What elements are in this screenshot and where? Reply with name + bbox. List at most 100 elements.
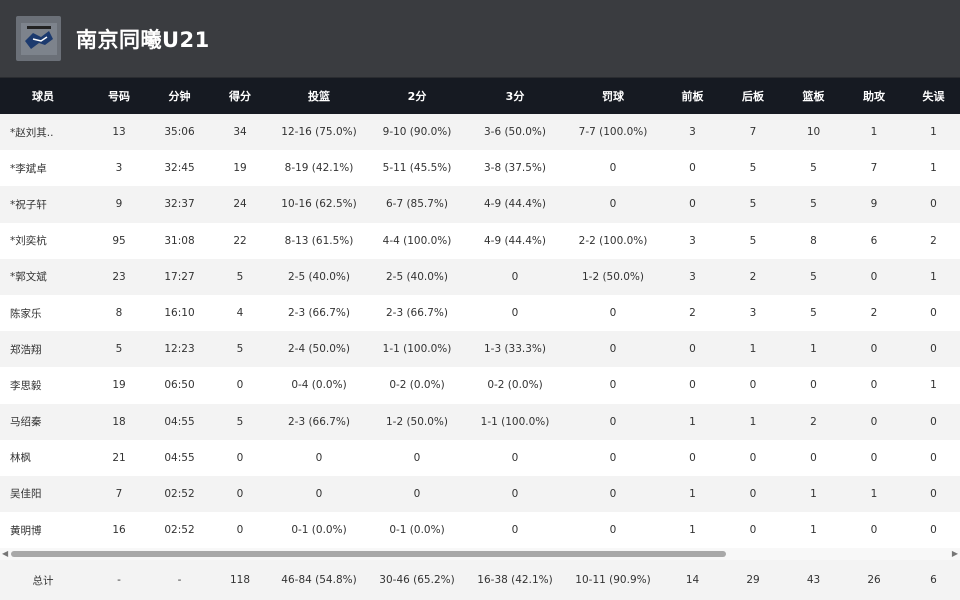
stat-cell: 0 xyxy=(870,451,878,464)
player-name[interactable]: 黄明博 xyxy=(0,512,86,548)
stat-cell: 4-9 (44.4%) xyxy=(483,234,547,247)
stat-cell: 32:45 xyxy=(164,162,195,175)
player-name[interactable]: 陈家乐 xyxy=(0,295,86,331)
stat-cell: 0 xyxy=(511,307,519,320)
player-name[interactable]: 林枫 xyxy=(0,440,86,476)
stat-cell: 1 xyxy=(689,415,696,428)
stat-cell: 06:50 xyxy=(164,379,195,392)
player-name[interactable]: *祝子轩 xyxy=(0,186,86,222)
stat-cell: 1 xyxy=(930,126,937,139)
scrollbar-thumb[interactable] xyxy=(11,551,726,558)
player-name[interactable]: *郭文斌 xyxy=(0,259,86,295)
player-name[interactable]: 郑浩翔 xyxy=(0,331,86,367)
stat-cell: 5 xyxy=(236,415,244,428)
stat-cell: 7 xyxy=(870,162,878,175)
column-header[interactable]: 分钟 xyxy=(152,78,207,114)
column-header[interactable]: 失误 xyxy=(907,78,960,114)
player-name[interactable]: 吴佳阳 xyxy=(0,476,86,512)
column-header[interactable]: 得分 xyxy=(207,78,273,114)
stat-cell: 1 xyxy=(810,524,817,537)
totals-cell: 16-38 (42.1%) xyxy=(477,574,553,587)
stat-cell: 3 xyxy=(749,307,757,320)
stat-cell: 2-4 (50.0%) xyxy=(287,343,351,356)
team-logo-icon xyxy=(16,16,61,61)
stat-cell: 1 xyxy=(689,487,696,500)
stat-cell: 0-2 (0.0%) xyxy=(487,379,543,392)
table-row: *刘奕杭 95 31:08 22 8-13 (61.5%) 4-4 (100.0%) 4-9… xyxy=(0,222,960,259)
stat-cell: 19 xyxy=(112,379,126,392)
stat-cell: 0 xyxy=(609,487,617,500)
totals-cell: - xyxy=(117,574,121,587)
totals-cell: 46-84 (54.8%) xyxy=(281,574,357,587)
totals-table: 总计 - - 118 46-84 (54.8%) 30-46 (65.2%) 16-38 (… xyxy=(0,560,960,600)
stat-cell: 5 xyxy=(749,162,757,175)
stat-cell: 0 xyxy=(870,379,878,392)
stat-cell: 35:06 xyxy=(164,126,195,139)
stat-cell: 12-16 (75.0%) xyxy=(281,126,357,139)
column-header[interactable]: 篮板 xyxy=(786,78,841,114)
stat-cell: 0 xyxy=(870,524,878,537)
stat-cell: 8-19 (42.1%) xyxy=(284,162,354,175)
table-row: *李斌卓 3 32:45 19 8-19 (42.1%) 5-11 (45.5%) 3-8 … xyxy=(0,150,960,187)
stat-cell: 1 xyxy=(930,270,937,283)
totals-cell: 14 xyxy=(685,574,700,587)
stat-cell: 0 xyxy=(689,343,696,356)
player-stats-table: 球员 号码 分钟 得分 投篮 2分 3分 罚球 前板 后板 篮板 助攻 失误 *赵刘其.. 1 3 35:06… xyxy=(0,78,960,549)
stat-cell: 5-11 (45.5%) xyxy=(382,162,452,175)
stat-cell: 18 xyxy=(112,415,126,428)
stat-cell: 5 xyxy=(749,198,757,211)
column-header[interactable]: 3分 xyxy=(469,78,561,114)
stat-cell: 0 xyxy=(870,343,878,356)
stat-cell: 1 xyxy=(749,415,757,428)
player-name[interactable]: *刘奕杭 xyxy=(0,223,86,259)
stat-cell: 2 xyxy=(810,415,817,428)
column-header[interactable]: 后板 xyxy=(720,78,786,114)
player-name[interactable]: 李思毅 xyxy=(0,367,86,403)
stat-cell: 10-16 (62.5%) xyxy=(281,198,357,211)
stat-cell: 1-2 (50.0%) xyxy=(385,415,449,428)
stat-cell: 4-9 (44.4%) xyxy=(483,198,547,211)
column-header[interactable]: 2分 xyxy=(365,78,469,114)
stat-cell: 5 xyxy=(810,162,817,175)
column-header[interactable]: 投篮 xyxy=(273,78,365,114)
stat-cell: 0 xyxy=(609,415,617,428)
stat-cell: 0 xyxy=(930,343,937,356)
stat-cell: 0-4 (0.0%) xyxy=(291,379,347,392)
stat-cell: 1 xyxy=(930,162,937,175)
totals-cell: 30-46 (65.2%) xyxy=(379,574,455,587)
stat-cell: 95 xyxy=(112,234,126,247)
column-header[interactable]: 罚球 xyxy=(561,78,665,114)
player-name[interactable]: *赵刘其.. xyxy=(0,114,86,150)
stat-cell: 0 xyxy=(689,451,696,464)
player-name[interactable]: *李斌卓 xyxy=(0,150,86,186)
player-name[interactable]: 马绍秦 xyxy=(0,404,86,440)
stat-cell: 0 xyxy=(609,343,617,356)
totals-row: 总计 - - 118 46-84 (54.8%) 30-46 (65.2%) 16-38 (… xyxy=(0,560,960,600)
table-row: 李思毅 19 06:50 0 0-4 (0.0%) 0-2 (0.0%) 0-2 (0.0%… xyxy=(0,367,960,404)
scroll-left-icon[interactable]: ◀ xyxy=(2,549,8,558)
scroll-right-icon[interactable]: ▶ xyxy=(952,549,958,558)
stat-cell: 0 xyxy=(609,451,617,464)
stat-cell: 23 xyxy=(112,270,126,283)
stat-cell: 4-4 (100.0%) xyxy=(382,234,452,247)
stat-cell: 3 xyxy=(115,162,123,175)
totals-cell: 10-11 (90.9%) xyxy=(575,574,651,587)
stat-cell: 02:52 xyxy=(164,524,195,537)
stat-cell: 0 xyxy=(236,379,244,392)
stat-cell: 10 xyxy=(806,126,821,139)
column-header[interactable]: 球员 xyxy=(0,78,86,114)
horizontal-scrollbar[interactable]: ◀ ▶ xyxy=(0,548,960,561)
stat-cell: 6-7 (85.7%) xyxy=(385,198,449,211)
stat-cell: 0 xyxy=(930,487,937,500)
stat-cell: 8-13 (61.5%) xyxy=(284,234,354,247)
column-header[interactable]: 助攻 xyxy=(841,78,907,114)
stat-cell: 2-3 (66.7%) xyxy=(287,307,351,320)
column-header[interactable]: 前板 xyxy=(665,78,720,114)
stat-cell: 8 xyxy=(810,234,817,247)
totals-cell: - xyxy=(177,574,182,587)
stat-cell: 0 xyxy=(689,198,696,211)
stat-cell: 1 xyxy=(870,487,878,500)
column-header[interactable]: 号码 xyxy=(86,78,152,114)
stat-cell: 3 xyxy=(689,126,696,139)
stat-cell: 0 xyxy=(315,451,323,464)
